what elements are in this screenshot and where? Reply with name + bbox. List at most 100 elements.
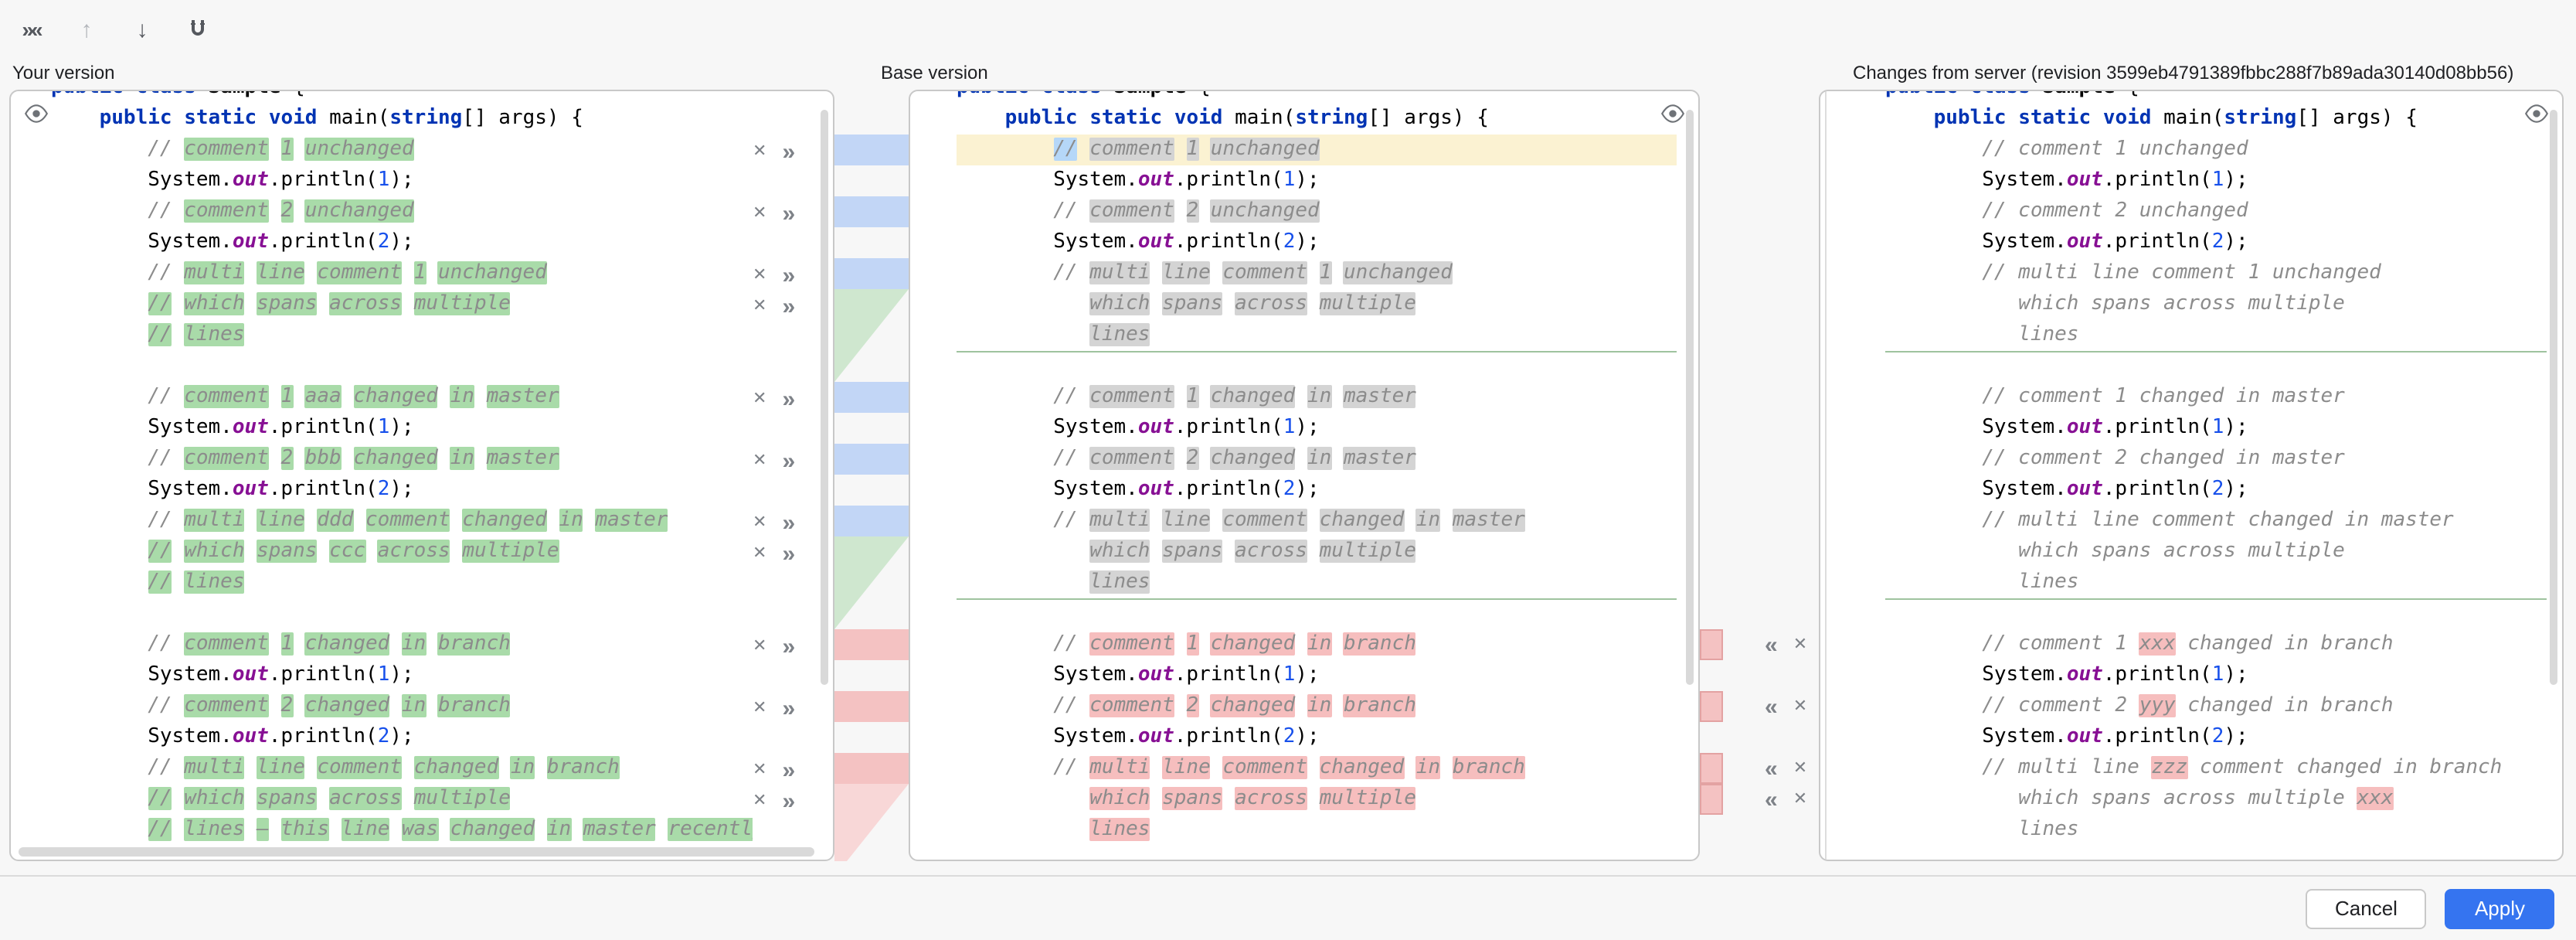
accept-change-button[interactable]: » (782, 635, 795, 658)
ignore-change-button[interactable]: ✕ (753, 205, 766, 222)
code-line: // comment 1 changed in master (957, 382, 1677, 413)
change-action-pair: ✕» (753, 383, 795, 414)
ignore-change-button[interactable]: ✕ (753, 638, 766, 655)
code-line: // multi line comment 1 unchanged (957, 258, 1677, 289)
cancel-button[interactable]: Cancel (2306, 888, 2427, 928)
editor-your-version[interactable]: public class Sample { public static void… (9, 90, 834, 861)
accept-change-button[interactable]: » (782, 511, 795, 534)
editor-server-changes[interactable]: public class Sample { public static void… (1819, 90, 2564, 861)
change-marker-red (834, 691, 909, 722)
accept-change-button[interactable]: » (782, 387, 795, 410)
change-action-pair: ✕» (753, 693, 795, 724)
change-action-pair: «✕ (1765, 753, 1807, 784)
accept-change-button[interactable]: » (782, 449, 795, 472)
accept-change-button[interactable]: » (782, 542, 795, 565)
code-line: // which spans ccc across multiple (51, 536, 753, 567)
code-line: // multi line comment 1 unchanged (51, 258, 753, 289)
ignore-change-button[interactable]: ✕ (753, 452, 766, 469)
code-line: lines (1885, 815, 2547, 846)
ignore-change-button[interactable]: ✕ (753, 545, 766, 562)
accept-change-button[interactable]: » (782, 789, 795, 812)
ignore-change-button[interactable]: ✕ (753, 792, 766, 809)
code-line: System.out.println(1); (1885, 413, 2547, 444)
code-line: // comment 1 unchanged (51, 135, 753, 165)
eye-icon[interactable] (23, 100, 49, 127)
ignore-change-button[interactable]: ✕ (1793, 760, 1807, 777)
ignore-change-button[interactable]: ✕ (753, 298, 766, 315)
accept-change-button[interactable]: » (782, 758, 795, 782)
eye-icon[interactable] (1660, 100, 1686, 127)
editor-base-version[interactable]: public class Sample { public static void… (909, 90, 1700, 861)
left-merge-gutter (834, 90, 909, 861)
accept-change-button[interactable]: » (782, 140, 795, 163)
dialog-footer: Cancel Apply (0, 875, 2576, 940)
accept-change-button[interactable]: » (782, 202, 795, 225)
apply-button[interactable]: Apply (2445, 888, 2554, 928)
ignore-change-button[interactable]: ✕ (1793, 791, 1807, 808)
code-line (51, 598, 753, 629)
change-marker-ptri (834, 784, 909, 861)
code-line (957, 351, 1677, 382)
change-action-pair: ✕» (753, 291, 795, 322)
vertical-scrollbar[interactable] (821, 110, 828, 685)
code-line (51, 351, 753, 382)
code-line: // lines (51, 320, 753, 351)
vertical-scrollbar[interactable] (2550, 110, 2557, 685)
code-line: // multi line comment changed in branch (51, 753, 753, 784)
change-action-pair: ✕» (753, 631, 795, 662)
code-line (957, 598, 1677, 629)
vertical-scrollbar[interactable] (1686, 110, 1694, 685)
change-action-pair: ✕» (753, 445, 795, 476)
code-line: which spans across multiple (957, 536, 1677, 567)
code-line: // comment 1 changed in master (1885, 382, 2547, 413)
apply-all-nonconflicting-button[interactable]: »« (12, 12, 49, 46)
change-action-pair: «✕ (1765, 784, 1807, 815)
ignore-change-button[interactable]: ✕ (753, 700, 766, 717)
gutter-separator (1825, 91, 1827, 860)
magic-resolve-button[interactable] (179, 12, 216, 46)
ignore-change-button[interactable]: ✕ (1793, 698, 1807, 715)
code-line: System.out.println(2); (51, 227, 753, 258)
right-panel-label: Changes from server (revision 3599eb4791… (1853, 62, 2513, 83)
ignore-change-button[interactable]: ✕ (753, 267, 766, 284)
arrow-down-icon: ↓ (137, 16, 148, 43)
next-change-button[interactable]: ↓ (124, 12, 161, 46)
ignore-change-button[interactable]: ✕ (753, 143, 766, 160)
change-action-pair: «✕ (1765, 691, 1807, 722)
change-action-pair: ✕» (753, 198, 795, 229)
accept-change-button[interactable]: « (1765, 633, 1778, 656)
code-line (1885, 598, 2547, 629)
code-line: which spans across multiple (1885, 536, 2547, 567)
accept-change-button[interactable]: » (782, 295, 795, 318)
ignore-change-button[interactable]: ✕ (753, 390, 766, 407)
accept-change-button[interactable]: « (1765, 788, 1778, 811)
code-line: // comment 2 changed in master (957, 444, 1677, 475)
accept-change-button[interactable]: « (1765, 695, 1778, 718)
accept-change-button[interactable]: » (782, 696, 795, 720)
code-line: which spans across multiple (1885, 289, 2547, 320)
accept-change-button[interactable]: « (1765, 757, 1778, 780)
previous-change-button[interactable]: ↑ (68, 12, 105, 46)
change-marker-redEdge (1700, 691, 1723, 722)
code-area-your-version: public class Sample { public static void… (51, 90, 753, 846)
code-line: // comment 2 unchanged (1885, 196, 2547, 227)
right-change-actions: «✕«✕«✕«✕ (1765, 90, 1819, 861)
code-line: // comment 1 changed in branch (957, 629, 1677, 660)
code-line: lines (957, 815, 1677, 846)
eye-icon[interactable] (2523, 100, 2550, 127)
accept-change-button[interactable]: » (782, 264, 795, 287)
code-line: // multi line comment changed in branch (957, 753, 1677, 784)
code-line: public static void main(string[] args) { (957, 104, 1677, 135)
change-marker-blue (834, 135, 909, 165)
change-marker-red (834, 629, 909, 660)
code-line: System.out.println(1); (51, 660, 753, 691)
code-line: // comment 2 unchanged (51, 196, 753, 227)
ignore-change-button[interactable]: ✕ (753, 761, 766, 778)
change-action-pair: ✕» (753, 785, 795, 816)
ignore-change-button[interactable]: ✕ (1793, 636, 1807, 653)
change-marker-blue (834, 506, 909, 536)
apply-all-icon: »« (22, 17, 39, 42)
ignore-change-button[interactable]: ✕ (753, 514, 766, 531)
code-line: System.out.println(1); (957, 165, 1677, 196)
horizontal-scrollbar[interactable] (19, 847, 814, 857)
